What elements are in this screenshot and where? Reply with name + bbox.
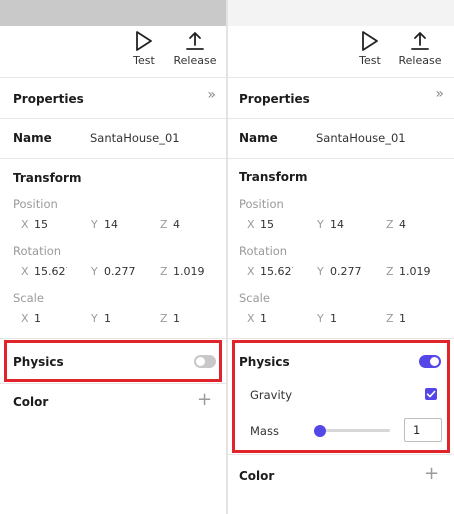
scale-y-value[interactable]: 1 — [330, 312, 366, 325]
position-label: Position — [239, 197, 284, 211]
rotation-x-value[interactable]: 15.627 — [34, 265, 67, 278]
release-button[interactable]: Release — [172, 30, 218, 67]
position-y-axis: Y — [91, 218, 98, 231]
double-chevron-right-icon[interactable]: » — [435, 87, 444, 101]
position-x-value[interactable]: 15 — [34, 218, 70, 231]
rotation-x-value[interactable]: 15.627 — [260, 265, 293, 278]
divider — [0, 77, 226, 78]
name-value[interactable]: SantaHouse_01 — [316, 131, 406, 145]
rotation-label: Rotation — [239, 244, 288, 258]
divider — [228, 118, 454, 119]
play-icon — [136, 31, 152, 51]
scale-z-axis: Z — [160, 312, 168, 325]
highlight-frame — [4, 340, 222, 382]
scale-label: Scale — [13, 291, 44, 305]
transform-title: Transform — [13, 171, 82, 185]
properties-title: Properties — [239, 92, 310, 106]
rotation-label: Rotation — [13, 244, 62, 258]
scale-z-value[interactable]: 1 — [399, 312, 435, 325]
divider — [0, 118, 226, 119]
plus-icon[interactable]: + — [197, 391, 212, 409]
test-label: Test — [133, 54, 155, 67]
divider — [0, 383, 226, 384]
name-label: Name — [13, 131, 52, 145]
name-value[interactable]: SantaHouse_01 — [90, 131, 180, 145]
position-x-axis: X — [247, 218, 255, 231]
divider — [228, 454, 454, 455]
position-z-value[interactable]: 4 — [399, 218, 435, 231]
inspector-panel-after: Test Release Properties » Name SantaHous… — [228, 0, 454, 514]
position-label: Position — [13, 197, 58, 211]
scale-y-value[interactable]: 1 — [104, 312, 140, 325]
rotation-y-axis: Y — [317, 265, 324, 278]
rotation-z-value[interactable]: 1.019 — [399, 265, 439, 278]
release-label: Release — [173, 54, 217, 67]
release-label: Release — [398, 54, 442, 67]
position-y-value[interactable]: 14 — [330, 218, 366, 231]
double-chevron-right-icon[interactable]: » — [207, 88, 216, 102]
scale-z-value[interactable]: 1 — [173, 312, 209, 325]
divider — [228, 158, 454, 159]
position-y-axis: Y — [317, 218, 324, 231]
name-label: Name — [239, 131, 278, 145]
divider — [228, 338, 454, 339]
divider — [228, 77, 454, 78]
transform-title: Transform — [239, 170, 308, 184]
play-icon — [362, 31, 378, 51]
rotation-z-axis: Z — [386, 265, 394, 278]
position-z-axis: Z — [386, 218, 394, 231]
divider — [0, 338, 226, 339]
position-y-value[interactable]: 14 — [104, 218, 140, 231]
test-label: Test — [359, 54, 381, 67]
upload-icon — [411, 32, 429, 50]
position-z-axis: Z — [160, 218, 168, 231]
color-title: Color — [239, 469, 275, 483]
scale-x-axis: X — [21, 312, 29, 325]
scale-x-value[interactable]: 1 — [260, 312, 296, 325]
test-button[interactable]: Test — [353, 30, 387, 67]
inspector-panel-before: Test Release Properties » Name SantaHous… — [0, 0, 226, 514]
color-title: Color — [13, 395, 49, 409]
position-x-value[interactable]: 15 — [260, 218, 296, 231]
rotation-x-axis: X — [21, 265, 29, 278]
scale-x-value[interactable]: 1 — [34, 312, 70, 325]
highlight-frame — [232, 340, 450, 453]
rotation-x-axis: X — [247, 265, 255, 278]
scale-y-axis: Y — [317, 312, 324, 325]
position-z-value[interactable]: 4 — [173, 218, 209, 231]
top-bar — [228, 0, 454, 26]
rotation-z-value[interactable]: 1.019 — [173, 265, 213, 278]
upload-icon — [186, 32, 204, 50]
scale-y-axis: Y — [91, 312, 98, 325]
position-x-axis: X — [21, 218, 29, 231]
scale-x-axis: X — [247, 312, 255, 325]
rotation-z-axis: Z — [160, 265, 168, 278]
properties-title: Properties — [13, 92, 84, 106]
rotation-y-axis: Y — [91, 265, 98, 278]
divider — [0, 158, 226, 159]
release-button[interactable]: Release — [397, 30, 443, 67]
top-bar — [0, 0, 226, 26]
scale-z-axis: Z — [386, 312, 394, 325]
plus-icon[interactable]: + — [424, 465, 439, 483]
scale-label: Scale — [239, 291, 270, 305]
rotation-y-value[interactable]: 0.277 — [330, 265, 366, 278]
test-button[interactable]: Test — [127, 30, 161, 67]
rotation-y-value[interactable]: 0.277 — [104, 265, 140, 278]
